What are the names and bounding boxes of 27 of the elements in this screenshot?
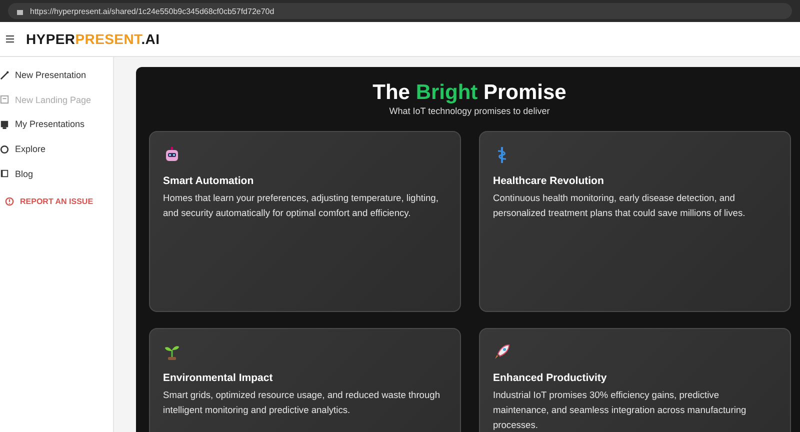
- sidebar-item[interactable]: New Presentation: [0, 63, 113, 88]
- report-issue-link[interactable]: REPORT AN ISSUE: [0, 190, 113, 214]
- slides-icon: [0, 120, 9, 129]
- sidebar-item[interactable]: Explore: [0, 136, 113, 162]
- compass-icon: [0, 144, 9, 154]
- alert-icon: [5, 197, 14, 206]
- address-bar[interactable]: https://hyperpresent.ai/shared/1c24e550b9c345d68cf0cb57fd72e70d: [30, 6, 274, 16]
- card-text: Continuous health monitoring, early disease detection, and personalized treatment plans that could save millions of lives.: [493, 192, 746, 220]
- card-text: Smart grids, optimized resource usage, and reduced waste through intelligent monitoring and predictive analytics.: [163, 389, 440, 417]
- wand-icon: [0, 70, 9, 80]
- rocket-icon: [493, 343, 511, 361]
- card-title: Healthcare Revolution: [493, 175, 605, 187]
- card-text: Industrial IoT promises 30% efficiency gains, predictive maintenance, and seamless integration across manufacturing processes.: [493, 389, 748, 432]
- sidebar-item[interactable]: Blog: [0, 161, 113, 186]
- sprout-icon: [163, 343, 181, 361]
- page-icon: [0, 95, 9, 104]
- card-text: Homes that learn your preferences, adjusting temperature, lighting, and security automatically for optimal comfort and efficiency.: [163, 192, 440, 220]
- brand-logo: HYPERPRESENT.AI: [26, 31, 160, 47]
- card-title: Environmental Impact: [163, 372, 274, 384]
- menu-icon[interactable]: [6, 35, 14, 43]
- robot-icon: [163, 146, 181, 164]
- sidebar-item[interactable]: My Presentations: [0, 112, 113, 137]
- card-title: Smart Automation: [163, 175, 255, 187]
- lock-icon: [16, 7, 24, 15]
- slide-subtitle: What IoT technology promises to deliver: [388, 106, 551, 116]
- slide-title: The Bright Promise: [372, 81, 568, 105]
- card-title: Enhanced Productivity: [493, 372, 608, 384]
